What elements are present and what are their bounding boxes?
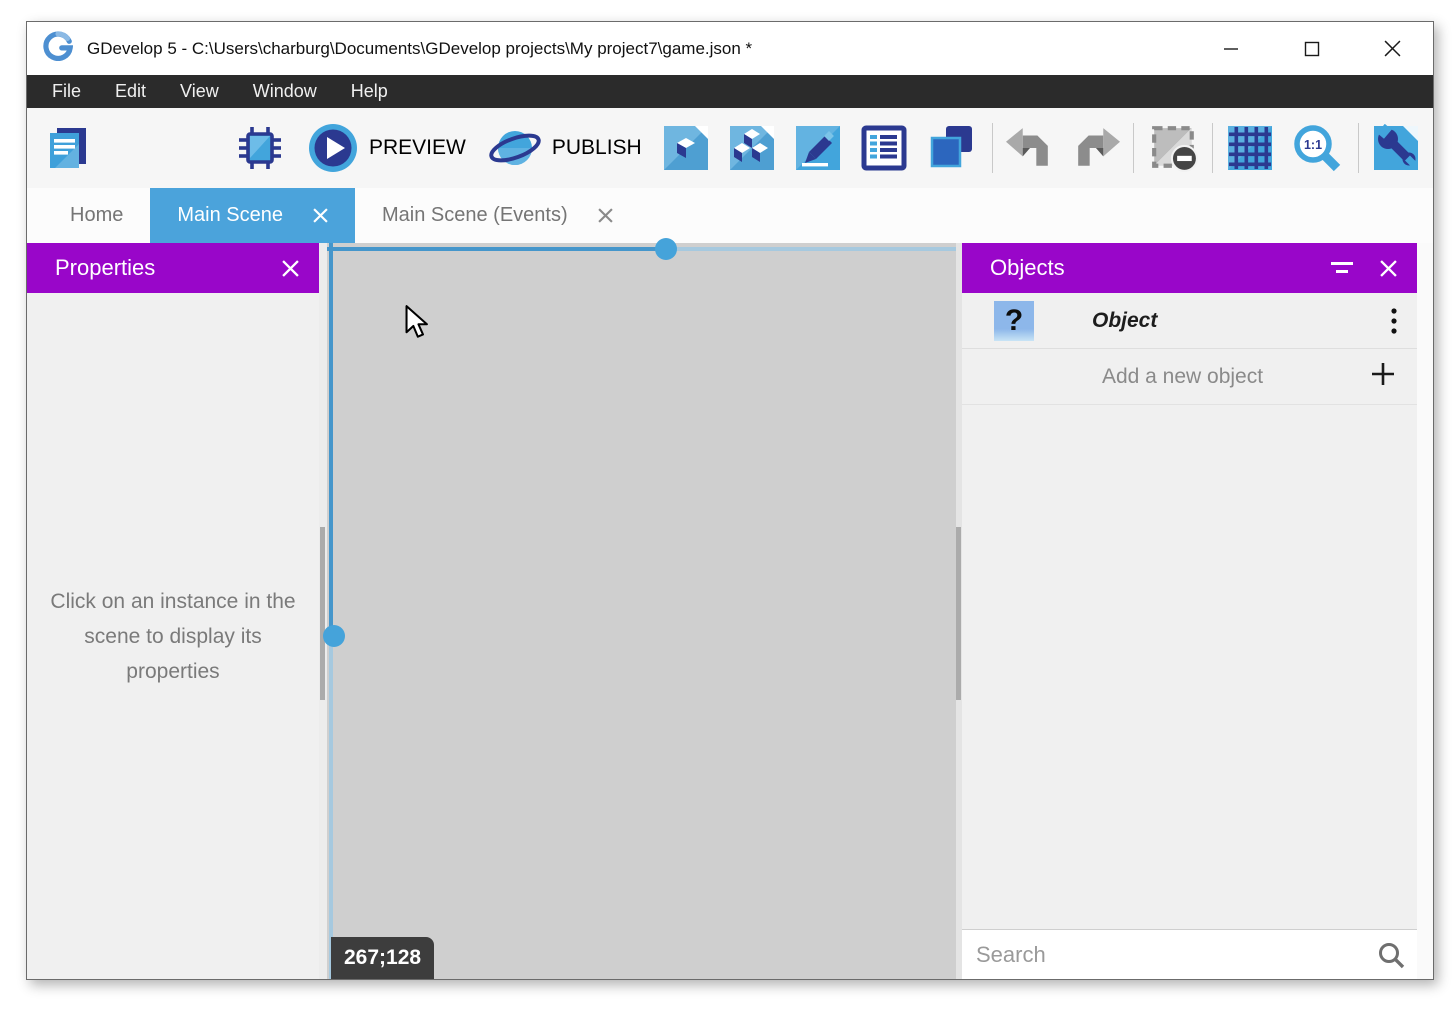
add-object-row[interactable]: Add a new object [962,349,1417,405]
scene-canvas[interactable]: 267;128 [327,243,956,979]
clear-selection-icon [1150,124,1198,172]
grid-icon [1226,124,1274,172]
preview-label: PREVIEW [369,136,466,160]
project-manager-button[interactable] [43,124,93,172]
vertical-scrollbar[interactable] [320,527,325,700]
grid-button[interactable] [1226,124,1274,172]
play-icon [307,122,359,174]
object-menu-icon[interactable] [1385,308,1403,334]
tab-label: Main Scene (Events) [382,204,568,227]
mouse-cursor [405,305,433,344]
add-object-label: Add a new object [994,365,1371,389]
vertical-scroll-handle[interactable] [323,625,345,647]
menu-item-window[interactable]: Window [236,75,334,108]
horizontal-scroll-track[interactable] [666,247,956,251]
instances-list-button[interactable] [860,124,908,172]
gdevelop-window: GDevelop 5 - C:\Users\charburg\Documents… [26,21,1434,980]
search-input[interactable] [962,942,1377,968]
maximize-button[interactable] [1271,22,1352,75]
search-icon [1377,941,1405,969]
undo-icon [1006,128,1052,168]
desktop: GDevelop 5 - C:\Users\charburg\Documents… [0,0,1456,1013]
scene-properties-button[interactable] [794,124,842,172]
close-icon[interactable] [1380,260,1397,277]
publish-button[interactable]: PUBLISH [488,123,642,173]
scene-properties-icon [794,124,842,172]
vertical-scroll-track[interactable] [329,243,333,636]
preview-button[interactable]: PREVIEW [307,122,466,174]
tab-label: Main Scene [177,204,283,227]
main-content: Properties Click on an instance in the s… [27,243,1433,979]
properties-panel: Properties Click on an instance in the s… [27,243,319,979]
objects-panel-header: Objects [962,243,1417,293]
wrench-icon [1372,124,1420,172]
tab-main-scene[interactable]: Main Scene [150,188,355,243]
title-bar: GDevelop 5 - C:\Users\charburg\Documents… [27,22,1433,75]
publish-label: PUBLISH [552,136,642,160]
properties-panel-title: Properties [55,255,256,281]
instances-list-icon [860,124,908,172]
object-groups-button[interactable] [728,124,776,172]
window-title: GDevelop 5 - C:\Users\charburg\Documents… [87,39,752,59]
svg-text:1:1: 1:1 [1304,138,1322,152]
close-button[interactable] [1352,22,1433,75]
objects-list-empty-area [962,405,1417,929]
tab-main-scene-events[interactable]: Main Scene (Events) [355,188,640,243]
horizontal-scroll-handle[interactable] [655,238,677,260]
toolbar-separator [1212,123,1213,173]
plus-icon[interactable] [1371,362,1395,391]
scene-editor-area: 267;128 [319,243,962,979]
objects-editor-button[interactable] [662,124,710,172]
project-manager-icon [43,124,93,172]
properties-panel-header: Properties [27,243,319,293]
vertical-scrollbar[interactable] [956,527,961,700]
close-icon[interactable] [282,260,299,277]
tab-label: Home [70,204,123,227]
properties-hint-text: Click on an instance in the scene to dis… [44,584,302,689]
right-scroll-gutter [956,243,962,979]
project-settings-button[interactable] [1372,124,1420,172]
horizontal-scroll-track[interactable] [327,247,666,251]
debugger-button[interactable] [235,124,285,172]
objects-editor-icon [662,124,710,172]
tab-close-icon[interactable] [598,208,613,223]
vertical-scroll-track[interactable] [329,636,333,979]
properties-panel-body: Click on an instance in the scene to dis… [27,293,319,979]
redo-button[interactable] [1074,128,1120,168]
menu-item-edit[interactable]: Edit [98,75,163,108]
minimize-button[interactable] [1190,22,1271,75]
object-groups-icon [728,124,776,172]
menu-item-file[interactable]: File [35,75,98,108]
filter-icon[interactable] [1331,260,1354,276]
object-list-item[interactable]: ? Object [962,293,1417,349]
debugger-icon [235,124,285,172]
redo-icon [1074,128,1120,168]
window-controls [1190,22,1433,75]
objects-search-row [962,929,1417,979]
cursor-coordinates-badge: 267;128 [331,937,434,979]
objects-panel: Objects ? Object [962,243,1433,979]
globe-icon [488,123,542,173]
tab-close-icon[interactable] [313,208,328,223]
menu-bar: File Edit View Window Help [27,75,1433,108]
zoom-1-1-icon: 1:1 [1292,123,1342,173]
layers-editor-button[interactable] [926,124,974,172]
toolbar-separator [992,123,993,173]
undo-button[interactable] [1006,128,1052,168]
menu-item-help[interactable]: Help [334,75,405,108]
tab-home[interactable]: Home [43,188,150,243]
objects-panel-title: Objects [990,255,1305,281]
layers-editor-icon [926,124,974,172]
menu-item-view[interactable]: View [163,75,236,108]
zoom-original-button[interactable]: 1:1 [1292,123,1342,173]
object-name: Object [1092,309,1157,333]
toolbar-separator [1133,123,1134,173]
unknown-object-icon: ? [994,301,1034,341]
toolbar-separator [1358,123,1359,173]
toolbar: PREVIEW PUBLISH [27,108,1433,188]
left-scroll-gutter [319,243,327,979]
gdevelop-logo-icon [43,31,73,66]
tab-bar: Home Main Scene Main Scene (Events) [27,188,1433,243]
clear-selection-button[interactable] [1150,124,1198,172]
